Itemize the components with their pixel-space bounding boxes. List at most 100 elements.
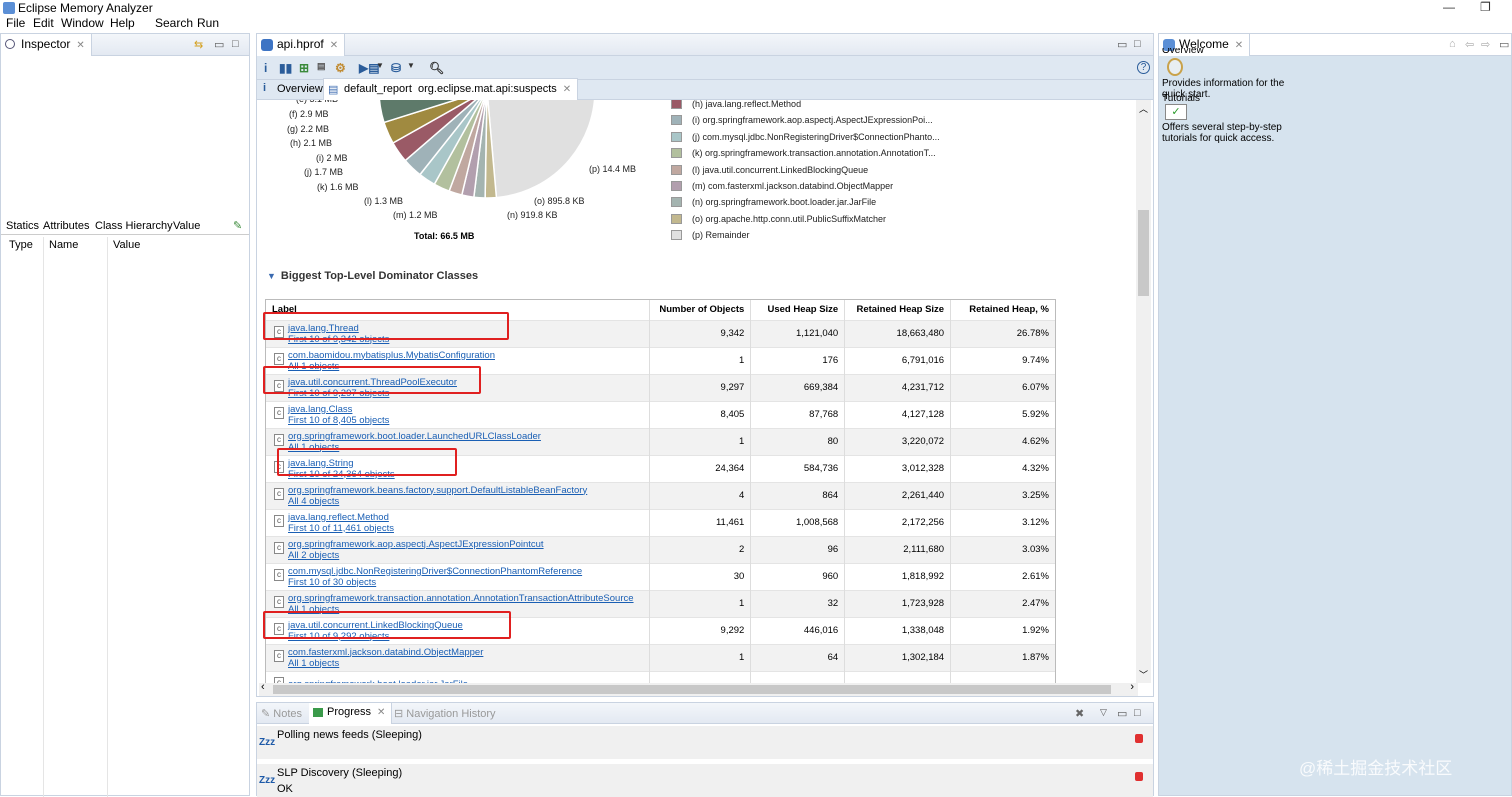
dropdown-icon[interactable]: ▼ — [407, 61, 415, 70]
pie-total: Total: 66.5 MB — [414, 231, 475, 241]
objects-link[interactable]: All 4 objects — [274, 496, 643, 507]
class-link[interactable]: org.springframework.aop.aspectj.AspectJE… — [274, 539, 643, 550]
welcome-item-overview-title[interactable]: Overview — [1162, 48, 1204, 58]
tab-statics[interactable]: Statics — [6, 220, 39, 232]
restore-button[interactable]: ❐ — [1480, 0, 1491, 14]
maximize-icon[interactable]: □ — [1134, 707, 1141, 719]
job-title: SLP Discovery (Sleeping) — [277, 767, 403, 779]
column-number-of-objects[interactable]: Number of Objects — [649, 300, 752, 320]
thread-overview-icon[interactable]: ⚙ — [335, 61, 346, 75]
maximize-icon[interactable]: □ — [232, 38, 239, 50]
minimize-icon[interactable]: ▭ — [1117, 38, 1127, 51]
histogram-icon[interactable]: ▮▮ — [279, 61, 292, 75]
menu-file[interactable]: File — [6, 16, 25, 30]
section-heading[interactable]: ▼ Biggest Top-Level Dominator Classes — [267, 270, 478, 282]
scroll-right-icon[interactable]: › — [1130, 681, 1134, 693]
menu-search[interactable]: Search — [155, 16, 193, 30]
column-retained-heap[interactable]: Retained Heap Size — [844, 300, 952, 320]
home-icon[interactable]: ⌂ — [1449, 38, 1456, 50]
class-link[interactable]: com.fasterxml.jackson.databind.ObjectMap… — [274, 647, 643, 658]
menu-edit[interactable]: Edit — [33, 16, 54, 30]
column-used-heap[interactable]: Used Heap Size — [750, 300, 846, 320]
tab-value[interactable]: Value — [173, 220, 200, 232]
close-icon[interactable]: ✕ — [563, 84, 571, 95]
table-row[interactable]: c java.lang.reflect.Method First 10 of 11,… — [266, 508, 1055, 536]
tab-overview[interactable]: i Overview — [257, 80, 327, 100]
menu-run[interactable]: Run — [197, 16, 219, 30]
class-link[interactable]: java.lang.reflect.Method — [274, 512, 643, 523]
class-link[interactable]: org.springframework.beans.factory.suppor… — [274, 485, 643, 496]
horizontal-scrollbar[interactable]: ‹ › — [259, 681, 1138, 696]
objects-link[interactable]: First 10 of 30 objects — [274, 577, 643, 588]
table-row[interactable]: c org.springframework.aop.aspectj.AspectJ… — [266, 535, 1055, 563]
table-row[interactable]: c java.lang.Class First 10 of 8,405 object… — [266, 400, 1055, 428]
scroll-left-icon[interactable]: ‹ — [261, 681, 265, 693]
tab-navigation-history[interactable]: ⊟ Navigation History — [394, 707, 496, 720]
dropdown-icon[interactable]: ▼ — [376, 61, 384, 70]
table-row[interactable]: c com.fasterxml.jackson.databind.ObjectMa… — [266, 643, 1055, 671]
tab-attributes[interactable]: Attributes — [43, 220, 89, 232]
tab-default-report[interactable]: ▤ default_report org.eclipse.mat.api:sus… — [323, 78, 579, 100]
stop-icon[interactable] — [1135, 772, 1143, 781]
objects-link[interactable]: First 10 of 11,461 objects — [274, 523, 643, 534]
table-row[interactable]: corg.springframework.boot.loader.jar.Jar… — [266, 670, 1055, 683]
tab-inspector[interactable]: Inspector ✕ — [1, 34, 92, 56]
pin-icon[interactable]: ✎ — [233, 219, 242, 232]
column-value[interactable]: Value — [113, 239, 140, 251]
class-link[interactable]: org.springframework.transaction.annotati… — [274, 593, 643, 604]
objects-link[interactable]: First 10 of 8,405 objects — [274, 415, 643, 426]
cell-retained-heap: 1,302,184 — [844, 643, 952, 671]
column-name[interactable]: Name — [49, 239, 78, 251]
tab-class-hierarchy[interactable]: Class Hierarchy — [95, 220, 173, 232]
help-icon[interactable]: ? — [1137, 61, 1150, 74]
job-row: Zzz SLP Discovery (Sleeping) OK — [257, 764, 1153, 797]
back-icon[interactable]: ⇦ — [1465, 38, 1474, 51]
minimize-icon[interactable]: ▭ — [214, 38, 224, 51]
scroll-thumb[interactable] — [273, 685, 1111, 694]
class-link[interactable]: org.springframework.boot.loader.Launched… — [274, 431, 643, 442]
minimize-icon[interactable]: ▭ — [1117, 707, 1127, 720]
query-browser-icon[interactable]: ⛁ — [391, 61, 401, 75]
class-link[interactable]: com.baomidou.mybatisplus.MybatisConfigur… — [274, 350, 643, 361]
tab-notes[interactable]: ✎ Notes — [261, 707, 302, 720]
close-icon[interactable]: ✕ — [377, 707, 385, 718]
close-icon[interactable]: ✕ — [76, 40, 84, 51]
oql-icon[interactable]: ▤ — [317, 61, 326, 72]
minimize-button[interactable]: — — [1443, 0, 1455, 14]
search-icon[interactable]: 🔍︎ — [429, 61, 444, 75]
welcome-item-tutorials-title[interactable]: Tutorials — [1162, 93, 1200, 104]
info-icon[interactable]: i — [264, 61, 267, 75]
pie-label-k: (k) 1.6 MB — [317, 182, 359, 192]
remove-all-icon[interactable]: ✖ — [1075, 707, 1084, 720]
class-link[interactable]: com.mysql.jdbc.NonRegisteringDriver$Conn… — [274, 566, 643, 577]
legend-item: (j) com.mysql.jdbc.NonRegisteringDriver$… — [671, 131, 940, 142]
cell-retained-percent: 5.92% — [950, 400, 1055, 428]
column-type[interactable]: Type — [9, 239, 33, 251]
menu-help[interactable]: Help — [110, 16, 135, 30]
objects-link[interactable]: All 1 objects — [274, 658, 643, 669]
scroll-up-icon[interactable]: ︿ — [1139, 102, 1148, 115]
scroll-down-icon[interactable]: ﹀ — [1139, 668, 1148, 681]
objects-link[interactable]: All 2 objects — [274, 550, 643, 561]
view-menu-icon[interactable]: ▽ — [1100, 707, 1107, 718]
maximize-icon[interactable]: □ — [1134, 38, 1141, 50]
vertical-scrollbar[interactable]: ︿ ﹀ — [1136, 100, 1151, 683]
tab-progress[interactable]: Progress ✕ — [309, 703, 393, 724]
collapse-icon[interactable]: ▼ — [267, 271, 276, 281]
close-icon[interactable]: ✕ — [330, 40, 338, 51]
forward-icon[interactable]: ⇨ — [1481, 38, 1490, 51]
dominator-tree-icon[interactable]: ⊞ — [299, 61, 309, 75]
column-retained-percent[interactable]: Retained Heap, % — [950, 300, 1055, 320]
stop-icon[interactable] — [1135, 734, 1143, 743]
scroll-thumb[interactable] — [1138, 210, 1149, 296]
minimize-icon[interactable]: ▭ — [1499, 38, 1509, 51]
menu-window[interactable]: Window — [61, 16, 104, 30]
link-icon[interactable]: ⇆ — [194, 38, 203, 51]
close-icon[interactable]: ✕ — [1235, 40, 1243, 51]
globe-icon[interactable] — [1167, 58, 1183, 76]
table-row[interactable]: c org.springframework.beans.factory.suppo… — [266, 481, 1055, 509]
tutorials-icon[interactable]: ✓ — [1165, 104, 1187, 120]
table-row[interactable]: c com.mysql.jdbc.NonRegisteringDriver$Con… — [266, 562, 1055, 590]
tab-api-hprof[interactable]: api.hprof ✕ — [257, 34, 346, 56]
class-link[interactable]: java.lang.Class — [274, 404, 643, 415]
